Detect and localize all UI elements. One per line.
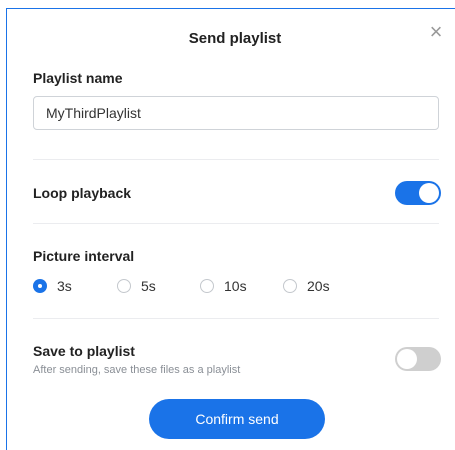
interval-radio-3s[interactable]: 3s bbox=[33, 276, 72, 296]
save-to-playlist-description: After sending, save these files as a pla… bbox=[33, 364, 241, 376]
interval-option-label: 5s bbox=[141, 278, 156, 294]
loop-playback-label: Loop playback bbox=[33, 185, 132, 201]
radio-checked-icon bbox=[33, 279, 47, 293]
divider bbox=[33, 223, 439, 224]
playlist-name-label: Playlist name bbox=[33, 70, 123, 86]
window-border-top bbox=[6, 8, 455, 9]
interval-option-label: 20s bbox=[307, 278, 330, 294]
toggle-knob bbox=[419, 183, 439, 203]
divider bbox=[33, 159, 439, 160]
picture-interval-label: Picture interval bbox=[33, 248, 135, 264]
save-to-playlist-label: Save to playlist bbox=[33, 343, 135, 359]
confirm-send-button[interactable]: Confirm send bbox=[149, 399, 325, 439]
divider bbox=[33, 318, 439, 319]
close-icon[interactable]: × bbox=[426, 21, 446, 43]
radio-unchecked-icon bbox=[283, 279, 297, 293]
interval-radio-20s[interactable]: 20s bbox=[283, 276, 330, 296]
radio-unchecked-icon bbox=[117, 279, 131, 293]
window-border-left bbox=[6, 8, 7, 450]
radio-unchecked-icon bbox=[200, 279, 214, 293]
interval-option-label: 10s bbox=[224, 278, 247, 294]
interval-option-label: 3s bbox=[57, 278, 72, 294]
interval-radio-5s[interactable]: 5s bbox=[117, 276, 156, 296]
interval-radio-10s[interactable]: 10s bbox=[200, 276, 247, 296]
dialog-title: Send playlist bbox=[188, 30, 282, 47]
loop-playback-toggle[interactable] bbox=[395, 181, 441, 205]
save-to-playlist-toggle[interactable] bbox=[395, 347, 441, 371]
toggle-knob bbox=[397, 349, 417, 369]
playlist-name-input[interactable] bbox=[33, 96, 439, 130]
